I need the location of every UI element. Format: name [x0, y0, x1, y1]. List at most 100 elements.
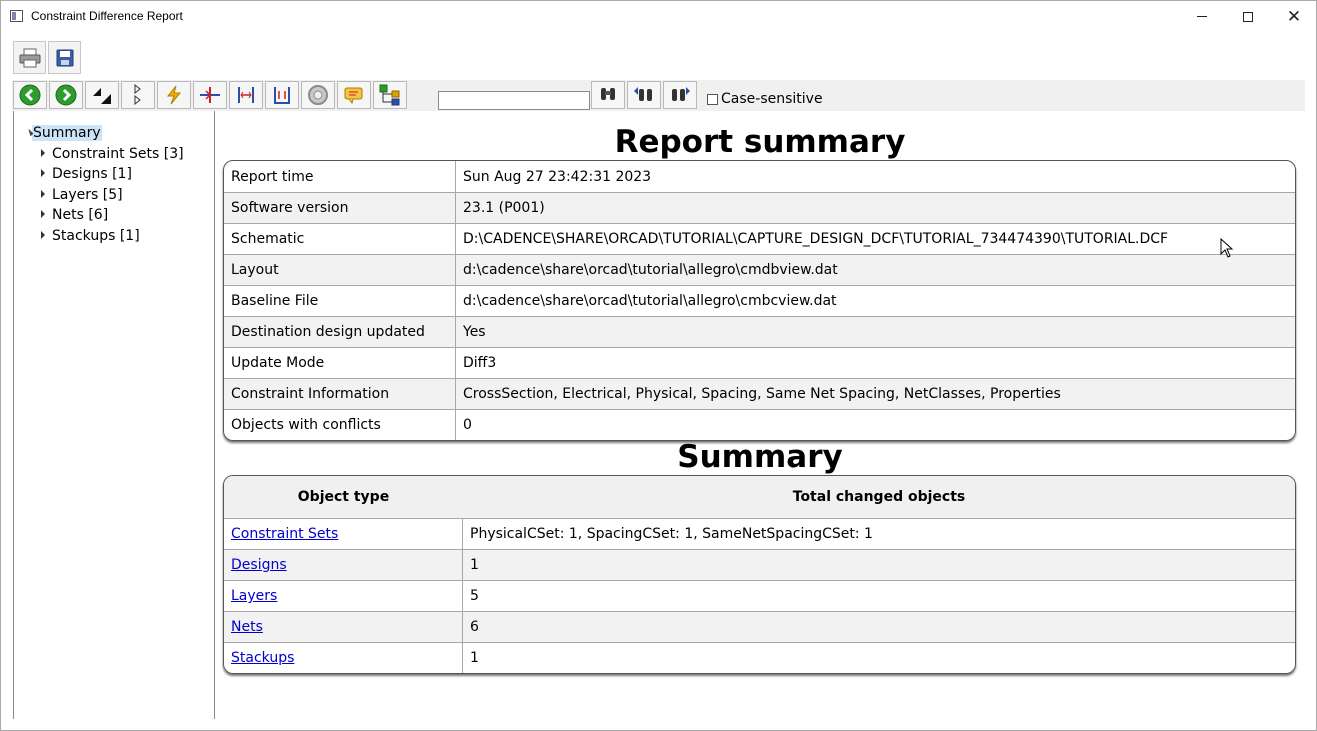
table-row: Constraint Sets PhysicalCSet: 1, Spacing…: [224, 518, 1295, 549]
binoculars-icon: [601, 88, 615, 100]
row-type-cell: Constraint Sets: [224, 519, 463, 549]
row-value: Sun Aug 27 23:42:31 2023: [463, 168, 652, 185]
same-net-spacing-icon: [274, 87, 290, 104]
row-total-cell: 1: [470, 650, 479, 666]
row-type-cell: Stackups: [224, 643, 463, 673]
table-row: Constraint Information CrossSection, Elec…: [224, 378, 1295, 409]
close-button[interactable]: ✕: [1271, 1, 1317, 32]
netclass-icon: [344, 87, 363, 105]
tree-item-label: Constraint Sets [3]: [52, 146, 184, 162]
case-sensitive-checkbox[interactable]: [707, 94, 718, 105]
app-icon: [10, 10, 23, 22]
row-key: Objects with conflicts: [224, 410, 456, 440]
column-header-total-changed: Total changed objects: [792, 489, 966, 505]
file-toolbar: [13, 41, 81, 75]
close-icon: ✕: [1286, 7, 1302, 26]
table-row: Layers 5: [224, 580, 1295, 611]
find-previous-icon: [634, 87, 652, 101]
forward-arrow-icon: [55, 84, 77, 106]
tree-item-label: Nets [6]: [52, 207, 109, 223]
tree-root-label: Summary: [32, 125, 102, 141]
find-next-button[interactable]: [663, 81, 697, 109]
summary-header-row: Object type Total changed objects: [224, 476, 1295, 518]
constraint-sets-link[interactable]: Constraint Sets: [231, 526, 338, 542]
save-button[interactable]: [48, 41, 81, 74]
tree-item-constraint-sets[interactable]: Constraint Sets [3]: [41, 146, 184, 162]
table-row: Designs 1: [224, 549, 1295, 580]
search-input[interactable]: [438, 91, 590, 110]
table-row: Nets 6: [224, 611, 1295, 642]
collapsed-arrow-icon[interactable]: [41, 169, 45, 177]
tree-view-button[interactable]: [373, 81, 407, 109]
row-key: Destination design updated: [224, 317, 456, 347]
tree-item-label: Designs [1]: [52, 166, 132, 182]
row-total-cell: PhysicalCSet: 1, SpacingCSet: 1, SameNet…: [470, 526, 873, 542]
collapse-all-icon: [93, 88, 111, 104]
report-pane: Report summary Report time Sun Aug 27 23:…: [216, 111, 1304, 719]
row-key: Schematic: [224, 224, 456, 254]
column-header-object-type: Object type: [297, 489, 390, 505]
layers-link[interactable]: Layers: [231, 588, 277, 604]
collapsed-arrow-icon[interactable]: [41, 210, 45, 218]
table-row: Update Mode Diff3: [224, 347, 1295, 378]
electrical-icon: [166, 85, 182, 105]
row-key: Layout: [224, 255, 456, 285]
same-net-spacing-button[interactable]: [265, 81, 299, 109]
row-key: Report time: [224, 161, 456, 192]
find-next-icon: [672, 87, 690, 101]
mouse-cursor-icon: [1220, 238, 1234, 258]
row-type-cell: Designs: [224, 550, 463, 580]
row-key: Baseline File: [224, 286, 456, 316]
back-button[interactable]: [13, 81, 47, 109]
tree-item-stackups[interactable]: Stackups [1]: [41, 228, 140, 244]
tree-item-layers[interactable]: Layers [5]: [41, 187, 123, 203]
spacing-icon: [238, 87, 254, 103]
table-row: Stackups 1: [224, 642, 1295, 673]
report-summary-heading: Report summary: [614, 124, 906, 160]
spacing-button[interactable]: [229, 81, 263, 109]
printer-icon: [19, 48, 40, 67]
row-value: 0: [463, 417, 472, 433]
nets-link[interactable]: Nets: [231, 619, 263, 635]
electrical-button[interactable]: [157, 81, 191, 109]
find-previous-button[interactable]: [627, 81, 661, 109]
properties-button[interactable]: [301, 81, 335, 109]
row-value: d:\cadence\share\orcad\tutorial\allegro\…: [463, 262, 838, 278]
designs-link[interactable]: Designs: [231, 557, 287, 573]
stackups-link[interactable]: Stackups: [231, 650, 294, 666]
maximize-icon: [1243, 11, 1253, 22]
forward-button[interactable]: [49, 81, 83, 109]
summary-table: Object type Total changed objects Constr…: [223, 475, 1296, 674]
tree-item-nets[interactable]: Nets [6]: [41, 207, 108, 223]
case-sensitive-label: Case-sensitive: [721, 91, 823, 107]
minimize-button[interactable]: [1179, 1, 1225, 32]
find-button[interactable]: [591, 81, 625, 109]
collapsed-arrow-icon[interactable]: [41, 231, 45, 239]
collapse-all-button[interactable]: [85, 81, 119, 109]
row-value: CrossSection, Electrical, Physical, Spac…: [463, 386, 1061, 402]
nav-toolbar: Case-sensitive: [12, 80, 1305, 111]
tree-view-icon: [379, 84, 400, 106]
row-total-cell: 5: [470, 588, 479, 604]
report-summary-table: Report time Sun Aug 27 23:42:31 2023 Soft…: [223, 160, 1296, 441]
row-key: Constraint Information: [224, 379, 456, 409]
collapsed-arrow-icon[interactable]: [41, 190, 45, 198]
physical-icon: [200, 87, 220, 103]
row-total-cell: 6: [470, 619, 479, 635]
maximize-button[interactable]: [1225, 1, 1271, 32]
table-row: Layout d:\cadence\share\orcad\tutorial\al…: [224, 254, 1295, 285]
row-type-cell: Nets: [224, 612, 463, 642]
table-row: Software version 23.1 (P001): [224, 192, 1295, 223]
tree-root-summary[interactable]: Summary: [25, 125, 102, 141]
physical-button[interactable]: [193, 81, 227, 109]
table-row: Objects with conflicts 0: [224, 409, 1295, 440]
tree-item-designs[interactable]: Designs [1]: [41, 166, 132, 182]
expand-all-button[interactable]: [121, 81, 155, 109]
print-button[interactable]: [13, 41, 46, 74]
row-total-cell: 1: [470, 557, 479, 573]
row-value: D:\CADENCE\SHARE\ORCAD\TUTORIAL\CAPTURE_…: [463, 231, 1169, 247]
table-row: Report time Sun Aug 27 23:42:31 2023: [224, 161, 1295, 192]
minimize-icon: [1197, 16, 1207, 17]
collapsed-arrow-icon[interactable]: [41, 149, 45, 157]
netclass-button[interactable]: [337, 81, 371, 109]
